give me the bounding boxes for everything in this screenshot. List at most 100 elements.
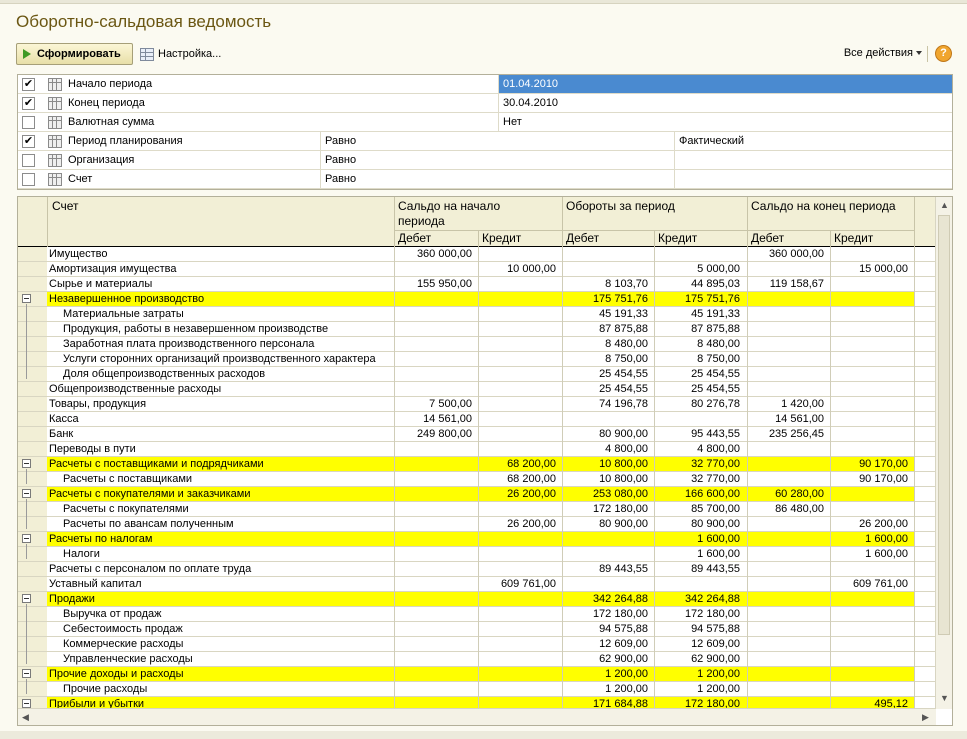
amount-cell: 172 180,00	[592, 503, 648, 515]
amount-cell: 68 200,00	[507, 473, 556, 485]
generate-button[interactable]: Сформировать	[16, 43, 133, 65]
group-row[interactable]: Продажи 342 264,88 342 264,88	[18, 592, 936, 607]
amount-cell: 86 480,00	[775, 503, 824, 515]
settings-row[interactable]: ✔ Период планирования Равно Фактический	[18, 132, 952, 151]
table-row[interactable]: Коммерческие расходы 12 609,00 12 609,00	[18, 637, 936, 652]
use-checkbox[interactable]	[22, 173, 35, 186]
cell-divider	[830, 352, 831, 367]
cell-divider	[747, 367, 748, 382]
collapse-icon[interactable]	[22, 459, 31, 468]
cell-divider	[747, 577, 748, 592]
table-row[interactable]: Выручка от продаж 172 180,00 172 180,00	[18, 607, 936, 622]
cell-divider	[478, 532, 479, 547]
setting-condition[interactable]: Равно	[325, 173, 356, 185]
table-row[interactable]: Имущество 360 000,00 360 000,00	[18, 247, 936, 262]
table-row[interactable]: Товары, продукция 7 500,00 74 196,78 80 276…	[18, 397, 936, 412]
account-name: Продажи	[49, 593, 95, 605]
all-actions-label: Все действия	[843, 47, 913, 59]
use-checkbox[interactable]: ✔	[22, 78, 35, 91]
table-row[interactable]: Расчеты по авансам полученным 26 200,00 80…	[18, 517, 936, 532]
scroll-right-icon[interactable]: ▶	[922, 712, 929, 723]
table-row[interactable]: Прочие расходы 1 200,00 1 200,00	[18, 682, 936, 697]
use-checkbox[interactable]	[22, 116, 35, 129]
table-row[interactable]: Материальные затраты 45 191,33 45 191,33	[18, 307, 936, 322]
settings-row[interactable]: Счет Равно	[18, 170, 952, 189]
cell-divider	[914, 637, 915, 652]
table-row[interactable]: Налоги 1 600,00 1 600,00	[18, 547, 936, 562]
cell-divider	[914, 247, 915, 262]
table-row[interactable]: Общепроизводственные расходы 25 454,55 25 …	[18, 382, 936, 397]
settings-row[interactable]: Валютная сумма Нет	[18, 113, 952, 132]
group-row[interactable]: Расчеты с покупателями и заказчиками 26 2…	[18, 487, 936, 502]
collapse-icon[interactable]	[22, 699, 31, 708]
amount-cell: 25 454,55	[691, 383, 740, 395]
amount-cell: 10 800,00	[599, 473, 648, 485]
collapse-icon[interactable]	[22, 534, 31, 543]
settings-row[interactable]: Организация Равно	[18, 151, 952, 170]
setting-condition[interactable]: Равно	[325, 135, 356, 147]
table-row[interactable]: Уставный капитал 609 761,00 609 761,00	[18, 577, 936, 592]
setting-value[interactable]: Фактический	[679, 135, 744, 147]
table-row[interactable]: Расчеты с поставщиками 68 200,00 10 800,00…	[18, 472, 936, 487]
table-row[interactable]: Заработная плата производственного персо…	[18, 337, 936, 352]
table-row[interactable]: Касса 14 561,00 14 561,00	[18, 412, 936, 427]
table-row[interactable]: Сырье и материалы 155 950,00 8 103,70 44 89…	[18, 277, 936, 292]
setting-value[interactable]: Нет	[503, 116, 522, 128]
vertical-scrollbar[interactable]: ▲ ▼	[935, 197, 952, 709]
tree-connector	[26, 679, 27, 694]
cell-divider	[830, 622, 831, 637]
cell-divider	[830, 562, 831, 577]
cell-divider	[498, 75, 499, 94]
setting-value[interactable]: 30.04.2010	[503, 97, 558, 109]
table-row[interactable]: Себестоимость продаж 94 575,88 94 575,88	[18, 622, 936, 637]
settings-button[interactable]: Настройка...	[140, 43, 221, 65]
table-row[interactable]: Услуги сторонних организаций производств…	[18, 352, 936, 367]
setting-condition[interactable]: Равно	[325, 154, 356, 166]
table-row[interactable]: Управленческие расходы 62 900,00 62 900,00	[18, 652, 936, 667]
table-row[interactable]: Расчеты с покупателями 172 180,00 85 700,0…	[18, 502, 936, 517]
cell-divider	[830, 322, 831, 337]
table-row[interactable]: Доля общепроизводственных расходов 25 454…	[18, 367, 936, 382]
group-row[interactable]: Незавершенное производство 175 751,76 175 …	[18, 292, 936, 307]
collapse-icon[interactable]	[22, 594, 31, 603]
settings-row[interactable]: ✔ Конец периода 30.04.2010	[18, 94, 952, 113]
scroll-thumb[interactable]	[938, 215, 950, 635]
collapse-icon[interactable]	[22, 669, 31, 678]
setting-value[interactable]: 01.04.2010	[503, 78, 558, 90]
amount-cell: 80 900,00	[599, 428, 648, 440]
group-row[interactable]: Расчеты по налогам 1 600,00 1 600,00	[18, 532, 936, 547]
table-row[interactable]: Амортизация имущества 10 000,00 5 000,00 15…	[18, 262, 936, 277]
setting-name: Счет	[68, 173, 93, 185]
table-row[interactable]: Переводы в пути 4 800,00 4 800,00	[18, 442, 936, 457]
tree-connector	[26, 499, 27, 529]
use-checkbox[interactable]: ✔	[22, 97, 35, 110]
cell-divider	[394, 532, 395, 547]
table-row[interactable]: Расчеты с персоналом по оплате труда 89 4…	[18, 562, 936, 577]
scroll-down-icon[interactable]: ▼	[940, 693, 949, 703]
use-checkbox[interactable]	[22, 154, 35, 167]
scroll-up-icon[interactable]: ▲	[940, 200, 949, 210]
amount-cell: 85 700,00	[691, 503, 740, 515]
window-bottom-strip	[0, 731, 967, 739]
account-name: Себестоимость продаж	[63, 623, 183, 635]
scroll-left-icon[interactable]: ◀	[22, 712, 29, 723]
amount-cell: 8 103,70	[605, 278, 648, 290]
group-row[interactable]: Прочие доходы и расходы 1 200,00 1 200,00	[18, 667, 936, 682]
row-cells: Расчеты по авансам полученным 26 200,00 80…	[47, 517, 915, 532]
row-cells: Переводы в пути 4 800,00 4 800,00	[47, 442, 915, 457]
all-actions-menu[interactable]: Все действия	[844, 47, 922, 59]
cell-divider	[394, 472, 395, 487]
group-row[interactable]: Расчеты с поставщиками и подрядчиками 68 …	[18, 457, 936, 472]
account-name: Прочие доходы и расходы	[49, 668, 184, 680]
table-row[interactable]: Продукция, работы в незавершенном произв…	[18, 322, 936, 337]
settings-row[interactable]: ✔ Начало периода 01.04.2010	[18, 75, 952, 94]
cell-divider	[394, 262, 395, 277]
use-checkbox[interactable]: ✔	[22, 135, 35, 148]
amount-cell: 25 454,55	[691, 368, 740, 380]
horizontal-scrollbar[interactable]: ◀ ▶	[18, 708, 936, 725]
collapse-icon[interactable]	[22, 294, 31, 303]
cell-divider	[914, 652, 915, 667]
table-row[interactable]: Банк 249 800,00 80 900,00 95 443,55 235 256,…	[18, 427, 936, 442]
collapse-icon[interactable]	[22, 489, 31, 498]
help-icon[interactable]: ?	[935, 45, 952, 62]
